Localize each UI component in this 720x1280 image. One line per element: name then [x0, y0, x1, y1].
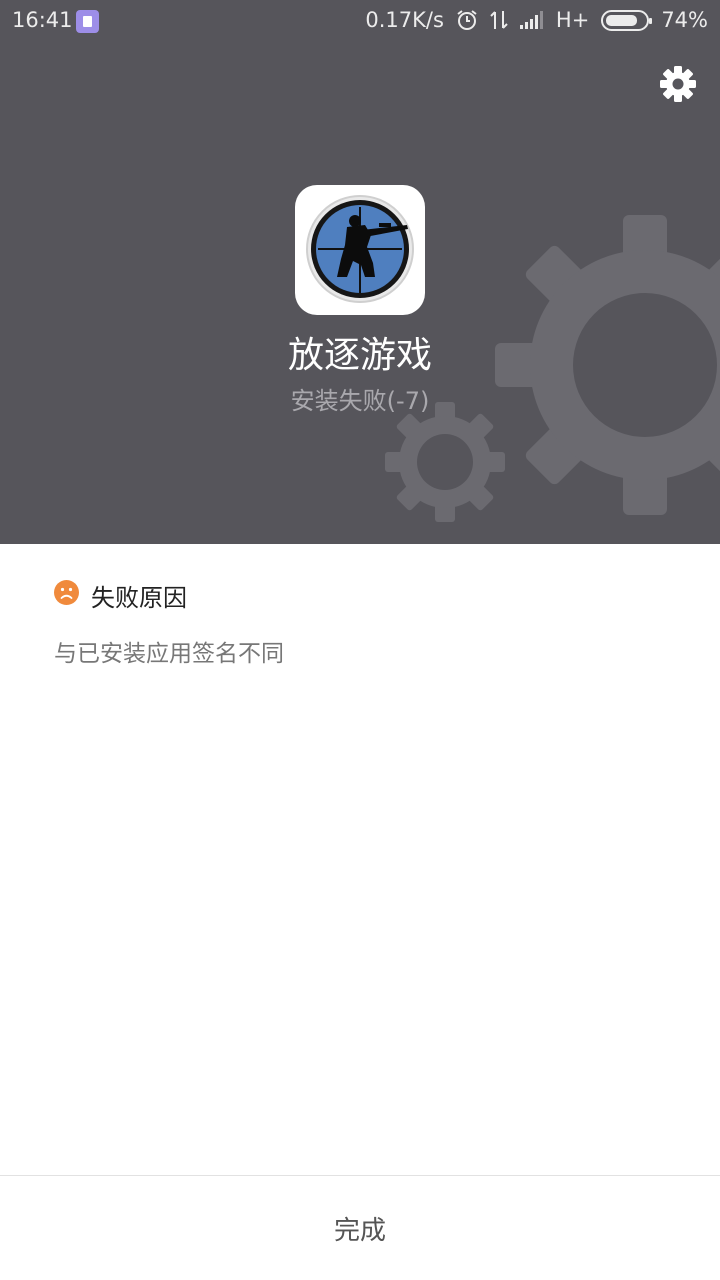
signal-icon — [519, 11, 544, 29]
footer-bar: 完成 — [0, 1175, 720, 1280]
background-gear-small-icon — [385, 402, 505, 522]
status-right-group: 0.17K/s H+ 74% — [365, 8, 708, 32]
network-speed: 0.17K/s — [365, 8, 444, 32]
failure-reason-title: 失败原因 — [91, 584, 187, 612]
alarm-icon — [456, 9, 478, 31]
app-icon — [295, 185, 425, 315]
battery-percent: 74% — [661, 8, 708, 32]
install-status: 安装失败(-7) — [290, 387, 430, 415]
done-button[interactable]: 完成 — [0, 1176, 720, 1280]
notification-app-icon — [76, 10, 99, 33]
sniper-crosshair-icon — [306, 195, 414, 303]
status-bar: 16:41 0.17K/s H+ 74% — [0, 0, 720, 44]
data-transfer-icon — [490, 9, 508, 31]
app-name: 放逐游戏 — [287, 335, 432, 376]
network-type: H+ — [555, 8, 590, 32]
gear-icon — [660, 66, 696, 102]
failure-reason-detail: 与已安装应用签名不同 — [54, 641, 284, 667]
battery-icon — [601, 9, 653, 31]
settings-button[interactable] — [658, 64, 698, 104]
sad-face-icon — [54, 580, 79, 605]
status-time: 16:41 — [12, 8, 73, 32]
install-header: 16:41 0.17K/s H+ 74% 放逐游戏 安装失败(-7) — [0, 0, 720, 544]
